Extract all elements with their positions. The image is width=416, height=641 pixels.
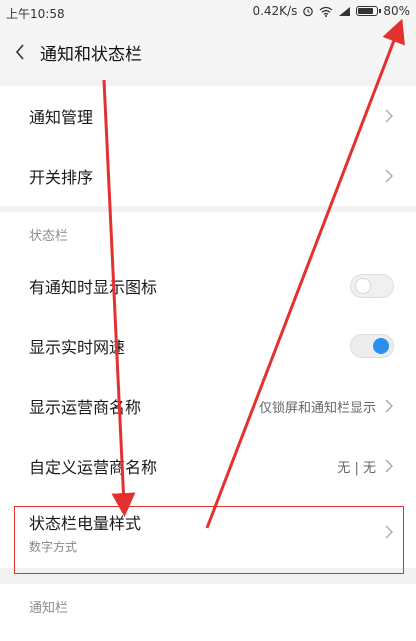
battery-icon — [356, 6, 382, 16]
row-battery-style[interactable]: 状态栏电量样式 数字方式 — [0, 496, 416, 568]
wifi-icon — [319, 6, 333, 17]
row-label: 有通知时显示图标 — [29, 278, 158, 297]
section-header-status-bar: 状态栏 — [29, 228, 69, 244]
chevron-left-icon — [15, 44, 24, 60]
notification-bar-section: 通知栏 — [0, 584, 416, 641]
row-label: 通知管理 — [29, 108, 94, 127]
row-label: 自定义运营商名称 — [29, 458, 158, 477]
section-header-notification-bar: 通知栏 — [29, 600, 69, 616]
app-header: 通知和状态栏 — [0, 24, 416, 80]
toggle-knob — [373, 338, 389, 354]
row-sublabel: 数字方式 — [29, 539, 78, 554]
toggle-show-icon[interactable] — [350, 274, 394, 298]
alarm-icon — [303, 6, 314, 17]
network-speed: 0.42K/s — [252, 4, 298, 18]
row-label: 显示实时网速 — [29, 338, 126, 357]
row-switch-order[interactable]: 开关排序 — [0, 146, 416, 206]
chevron-right-icon — [385, 169, 393, 183]
row-value: 无 | 无 — [337, 460, 376, 476]
row-value: 仅锁屏和通知栏显示 — [258, 400, 376, 416]
row-show-carrier-name[interactable]: 显示运营商名称 仅锁屏和通知栏显示 — [0, 376, 416, 436]
page-title: 通知和状态栏 — [40, 44, 142, 65]
signal-icon — [339, 6, 351, 16]
row-notification-management[interactable]: 通知管理 — [0, 86, 416, 146]
chevron-right-icon — [385, 399, 393, 413]
back-button[interactable] — [0, 24, 40, 80]
row-show-icon-on-notification[interactable]: 有通知时显示图标 — [0, 256, 416, 316]
chevron-right-icon — [385, 459, 393, 473]
toggle-network-speed[interactable] — [350, 334, 394, 358]
notification-group: 通知管理 开关排序 — [0, 86, 416, 206]
battery-fill — [358, 8, 373, 14]
chevron-right-icon — [385, 109, 393, 123]
toggle-knob — [355, 278, 371, 294]
row-label: 状态栏电量样式 — [29, 513, 142, 533]
row-custom-carrier-name[interactable]: 自定义运营商名称 无 | 无 — [0, 436, 416, 496]
row-label: 开关排序 — [29, 168, 94, 187]
status-time: 上午10:58 — [6, 7, 65, 21]
status-bar-section: 状态栏 有通知时显示图标 显示实时网速 显示运营商名称 仅锁屏和通知栏显示 自定… — [0, 212, 416, 568]
battery-percent: 80% — [383, 4, 410, 18]
row-label: 显示运营商名称 — [29, 398, 142, 417]
status-bar: 上午10:58 0.42K/s 80% — [0, 0, 416, 24]
chevron-right-icon — [385, 525, 393, 539]
row-show-network-speed[interactable]: 显示实时网速 — [0, 316, 416, 376]
